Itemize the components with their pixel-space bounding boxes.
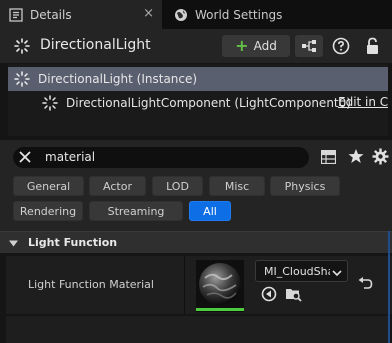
filter-physics[interactable]: Physics — [270, 176, 340, 196]
material-thumbnail[interactable] — [196, 260, 244, 312]
reset-to-default-icon[interactable] — [358, 277, 373, 290]
scrollbar-track[interactable] — [388, 231, 390, 343]
tab-world-settings[interactable]: World Settings — [165, 0, 315, 29]
asset-name: MI_CloudShadow — [264, 265, 330, 278]
star-icon[interactable] — [348, 148, 364, 164]
search-value: material — [45, 150, 96, 164]
filter-misc[interactable]: Misc — [209, 176, 265, 196]
directional-light-icon — [14, 71, 30, 87]
help-icon[interactable] — [332, 37, 350, 55]
section-header-light-function[interactable]: Light Function — [0, 231, 392, 253]
close-icon[interactable]: × — [143, 6, 154, 21]
chevron-down-icon — [332, 267, 342, 277]
add-component-button[interactable]: + Add — [222, 35, 290, 57]
tab-world-settings-label: World Settings — [195, 7, 283, 22]
lock-icon[interactable] — [365, 37, 381, 55]
property-row-light-function-material: Light Function Material MI_CloudShadow — [6, 256, 392, 314]
collapse-arrow-icon — [9, 238, 18, 247]
details-tab-icon — [8, 7, 24, 23]
property-matrix-icon[interactable] — [320, 149, 337, 165]
details-empty-area — [6, 316, 390, 343]
browse-to-asset-icon[interactable] — [285, 286, 302, 302]
filter-all[interactable]: All — [189, 201, 231, 221]
asset-picker-dropdown[interactable]: MI_CloudShadow — [255, 260, 348, 282]
filter-streaming[interactable]: Streaming — [89, 201, 183, 221]
blueprint-icon — [302, 40, 316, 52]
tab-details[interactable]: Details × — [0, 0, 162, 29]
filter-toolbar: material General Actor LOD Misc Physics … — [0, 140, 392, 240]
use-selected-asset-icon[interactable] — [261, 286, 277, 302]
component-tree: DirectionalLight (Instance) DirectionalL… — [8, 64, 388, 136]
globe-icon — [173, 7, 189, 23]
column-divider[interactable] — [184, 256, 185, 314]
clear-search-icon[interactable] — [18, 150, 32, 164]
add-button-label: Add — [253, 39, 277, 53]
directional-light-icon — [14, 38, 30, 54]
tree-item-label: DirectionalLight (Instance) — [38, 72, 198, 86]
blueprint-button[interactable] — [295, 35, 323, 57]
filter-actor[interactable]: Actor — [89, 176, 146, 196]
section-title: Light Function — [28, 236, 118, 249]
edit-in-cpp-link[interactable]: Edit in C++ — [338, 95, 388, 109]
search-input[interactable]: material — [13, 147, 309, 168]
tree-item-component[interactable]: DirectionalLightComponent (LightComponen… — [8, 91, 388, 115]
thumbnail-asset-bar — [196, 308, 244, 311]
filter-general[interactable]: General — [13, 176, 84, 196]
tab-bar: Details × World Settings — [0, 0, 392, 29]
tree-item-instance[interactable]: DirectionalLight (Instance) — [8, 67, 388, 91]
plus-icon: + — [235, 36, 249, 55]
tab-details-label: Details — [30, 7, 72, 22]
gear-icon[interactable] — [372, 148, 389, 165]
tree-item-label: DirectionalLightComponent (LightComponen… — [66, 96, 351, 110]
property-label: Light Function Material — [28, 278, 154, 291]
filter-lod[interactable]: LOD — [152, 176, 203, 196]
directional-light-icon — [42, 95, 58, 111]
details-header: DirectionalLight + Add — [0, 29, 392, 63]
actor-name: DirectionalLight — [40, 37, 151, 53]
filter-rendering[interactable]: Rendering — [13, 201, 83, 221]
